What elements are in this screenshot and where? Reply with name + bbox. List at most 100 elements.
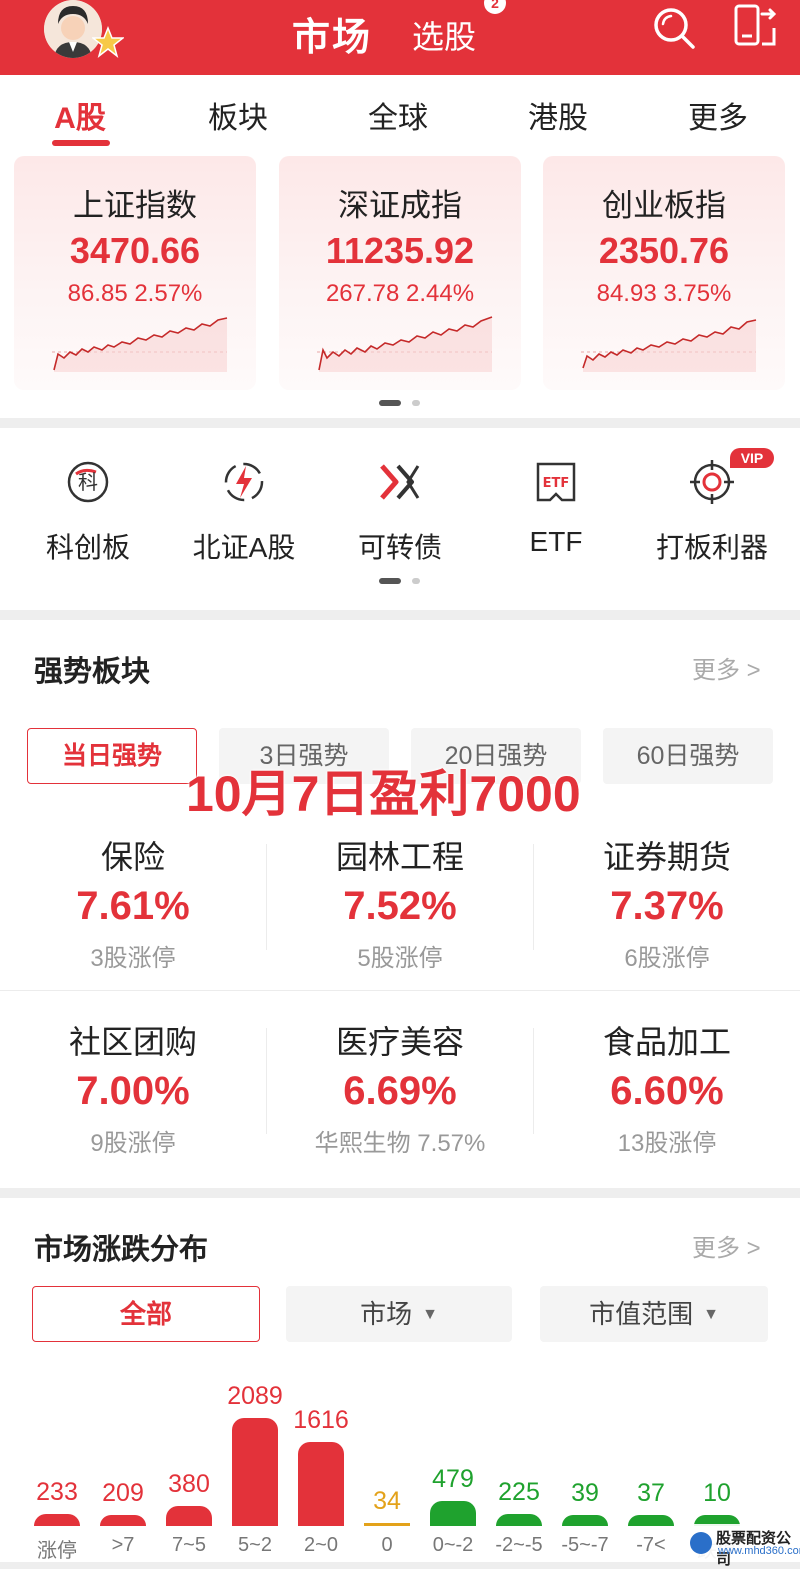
sector-sub: 3股涨停 [90,945,176,972]
phone-switch-icon[interactable] [730,2,778,52]
sector-change: 7.00% [76,1069,190,1113]
bar-category-label: -7< [636,1534,666,1556]
sector-sub: 5股涨停 [357,945,443,972]
distribution-bar [34,1514,80,1526]
bar-category-label: 0 [381,1534,393,1556]
bar-category-label: -2~-5 [495,1534,543,1556]
tab-hk-shares[interactable]: 港股 [498,93,618,137]
column-divider [266,1028,267,1134]
strong-sectors-panel: 强势板块 更多 > 当日强势 3日强势 20日强势 60日强势 保险 7.61%… [0,620,800,1188]
sector-name: 证券期货 [602,839,731,875]
index-change: 86.85 2.57% [67,280,203,307]
watermark: 股票配资公司 www.mhd360.com [686,1524,800,1568]
sector-name: 食品加工 [602,1024,731,1060]
bar-value-label: 479 [432,1465,474,1493]
picker-badge: 2 [484,0,506,14]
vip-badge: VIP [730,448,774,468]
market-tabs: A股 板块 全球 港股 更多 [0,75,800,150]
tab-global[interactable]: 全球 [338,93,458,137]
sector-name: 社区团购 [68,1024,197,1060]
active-tab-indicator [52,140,110,146]
bar-value-label: 2089 [227,1382,283,1410]
bar-value-label: 37 [637,1479,665,1507]
tab-more[interactable]: 更多 [658,93,778,137]
sector-tile[interactable]: 医疗美容 6.69% 华熙生物 7.57% [267,1005,533,1157]
sector-sub: 13股涨停 [617,1130,717,1157]
convertible-bond-icon [380,464,420,500]
shortcut-label: 打板利器 [655,532,768,563]
sector-sub: 9股涨停 [90,1130,176,1157]
bar-category-label: 2~0 [304,1534,338,1556]
sector-change: 7.61% [76,884,190,928]
distribution-bar [562,1515,608,1526]
distribution-bar [166,1506,212,1526]
index-name: 创业板指 [602,188,726,223]
watermark-url: www.mhd360.com [718,1545,800,1557]
top-header: 市场 选股 2 [0,0,800,75]
filter-label: 市场 [360,1299,413,1329]
shortcut-etf[interactable]: ETF ETF [476,458,636,558]
caret-down-icon: ▼ [703,1306,719,1323]
star-market-icon: 科 [67,461,109,503]
distribution-bar [298,1442,344,1526]
sector-change: 6.69% [343,1069,457,1113]
watermark-logo-icon [690,1532,712,1554]
sector-change: 7.52% [343,884,457,928]
bar-value-label: 10 [703,1479,731,1507]
sector-tile[interactable]: 保险 7.61% 3股涨停 [0,820,266,972]
bar-value-label: 233 [36,1478,78,1506]
sector-tile[interactable]: 食品加工 6.60% 13股涨停 [534,1005,800,1157]
sector-tile[interactable]: 园林工程 7.52% 5股涨停 [267,820,533,972]
shortcut-limit-up-tool[interactable]: 打板利器 [632,458,792,566]
tab-sectors[interactable]: 板块 [178,93,298,137]
distribution-bar [364,1523,410,1526]
sector-sub: 华熙生物 7.57% [314,1130,486,1157]
bar-category-label: -5~-7 [561,1534,609,1556]
filter-market[interactable]: 市场 ▼ [286,1286,512,1342]
bar-value-label: 39 [571,1479,599,1507]
row-divider [0,990,800,991]
distribution-more-link[interactable]: 更多 > [692,1228,761,1263]
target-icon [690,460,734,504]
index-card[interactable]: 创业板指 2350.76 84.93 3.75% [543,156,785,390]
distribution-bar [496,1514,542,1526]
bar-value-label: 209 [102,1479,144,1507]
distribution-bar [232,1418,278,1526]
strong-more-link[interactable]: 更多 > [692,650,761,685]
index-name: 上证指数 [73,188,197,223]
sector-tile[interactable]: 社区团购 7.00% 9股涨停 [0,1005,266,1157]
search-icon[interactable] [650,4,698,52]
filter-label: 市值范围 [589,1299,694,1329]
filter-all[interactable]: 全部 [32,1286,260,1342]
star-icon [92,26,124,58]
shortcut-star-market[interactable]: 科 科创板 [8,458,168,566]
shortcut-label: 可转债 [357,532,442,563]
bar-value-label: 380 [168,1470,210,1498]
stock-picker-link[interactable]: 选股 [412,12,476,58]
shortcut-grid: 科 科创板 北证A股 可转债 ETF ETF 打板利器 [0,428,800,610]
index-value: 11235.92 [325,230,475,271]
tab-a-shares[interactable]: A股 [20,93,140,137]
shortcut-convertible-bond[interactable]: 可转债 [320,458,480,566]
index-change: 267.78 2.44% [325,280,475,307]
svg-text:ETF: ETF [543,476,570,491]
sector-name: 园林工程 [335,839,464,875]
etf-icon: ETF [536,462,576,502]
segment-today[interactable]: 当日强势 [27,728,197,784]
shortcut-bse[interactable]: 北证A股 [164,458,324,566]
distribution-bar [628,1515,674,1526]
sector-name: 医疗美容 [335,1024,464,1060]
sector-tile[interactable]: 证券期货 7.37% 6股涨停 [534,820,800,972]
index-cards: 上证指数 3470.66 86.85 2.57% 深证成指 11235.92 2… [0,150,800,418]
index-card[interactable]: 深证成指 11235.92 267.78 2.44% [279,156,521,390]
filter-market-cap[interactable]: 市值范围 ▼ [540,1286,768,1342]
column-divider [533,1028,534,1134]
index-card[interactable]: 上证指数 3470.66 86.85 2.57% [14,156,256,390]
caret-down-icon: ▼ [422,1306,438,1323]
bar-value-label: 34 [373,1487,401,1515]
segment-60-day[interactable]: 60日强势 [603,728,773,784]
page-title: 市场 [292,17,373,59]
column-divider [266,844,267,950]
distribution-bar [430,1501,476,1526]
shortcut-label: 科创板 [45,532,130,563]
